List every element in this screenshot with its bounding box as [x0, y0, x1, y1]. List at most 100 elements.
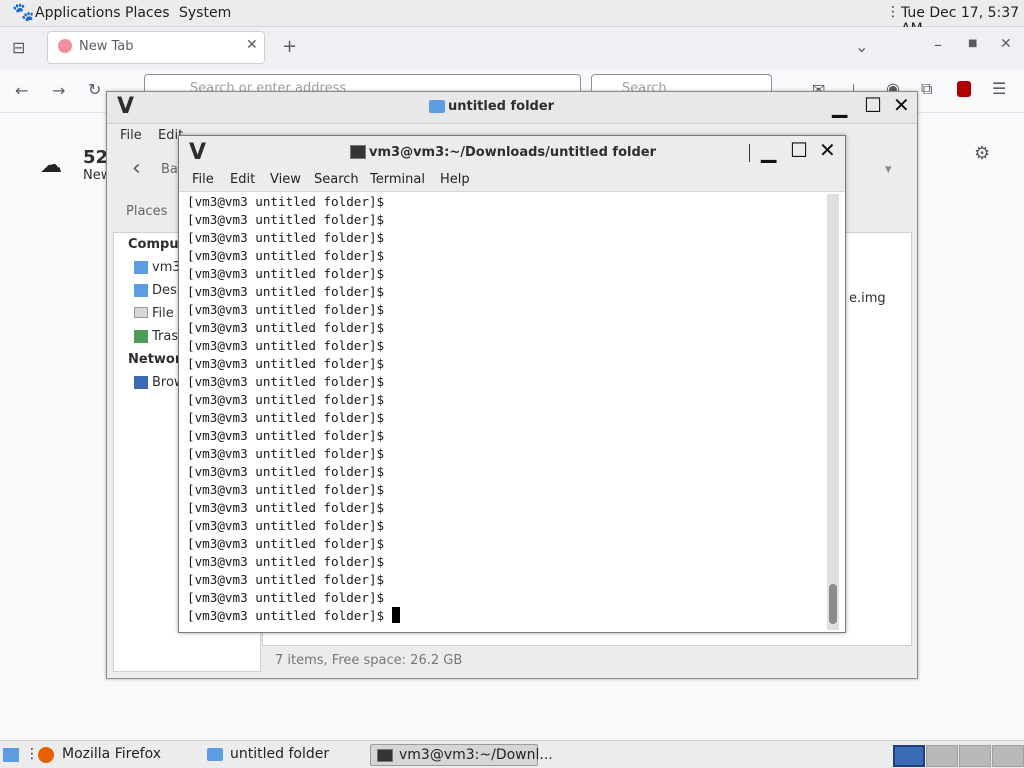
terminal-line: [vm3@vm3 untitled folder]$ — [187, 428, 385, 443]
workspace-3[interactable] — [959, 745, 991, 767]
trash-icon — [134, 330, 148, 343]
sidebar-item-vm3[interactable]: vm3 — [152, 260, 181, 275]
drive-icon — [134, 307, 148, 318]
workspace-1[interactable] — [893, 745, 925, 767]
terminal-line: [vm3@vm3 untitled folder]$ — [187, 607, 827, 625]
terminal-line: [vm3@vm3 untitled folder]$ — [187, 302, 385, 317]
fm-menu-file[interactable]: File — [120, 128, 142, 143]
close-tab-icon[interactable]: ✕ — [246, 37, 258, 53]
terminal-output[interactable]: [vm3@vm3 untitled folder]$ [vm3@vm3 untit… — [187, 193, 827, 631]
applications-menu[interactable]: Applications — [35, 5, 121, 21]
terminal-line: [vm3@vm3 untitled folder]$ — [187, 410, 385, 425]
terminal-window: V vm3@vm3:~/Downloads/untitled folder ▁ … — [178, 135, 846, 633]
folder-icon — [429, 100, 445, 113]
term-menu-file[interactable]: File — [192, 172, 214, 187]
terminal-line: [vm3@vm3 untitled folder]$ — [187, 482, 385, 497]
gear-icon[interactable]: ⚙ — [974, 143, 990, 164]
scrollbar-thumb[interactable] — [829, 584, 837, 624]
file-manager-titlebar[interactable]: V untitled folder ▁ ☐ ✕ — [107, 92, 917, 124]
task-label: Mozilla Firefox — [62, 746, 162, 762]
home-icon — [134, 261, 148, 274]
top-panel: 🐾 Applications Places System ⋮ Tue Dec 1… — [0, 0, 1024, 37]
menu-icon[interactable]: ☰ — [992, 79, 1006, 98]
term-menu-edit[interactable]: Edit — [230, 172, 255, 187]
maximize-icon[interactable]: ☐ — [790, 138, 808, 162]
firefox-icon — [38, 747, 54, 763]
bottom-panel: ⋮ Mozilla Firefox untitled folder vm3@vm… — [0, 740, 1024, 768]
task-terminal[interactable]: vm3@vm3:~/Downl... — [370, 744, 553, 766]
task-file-manager[interactable]: untitled folder — [202, 744, 335, 766]
window-title: untitled folder — [448, 99, 555, 114]
maximize-icon[interactable]: ■ — [968, 38, 977, 49]
workspace-4[interactable] — [992, 745, 1024, 767]
weather-icon: ☁ — [40, 153, 62, 178]
back-icon[interactable]: ← — [15, 81, 28, 100]
close-icon[interactable]: ✕ — [1000, 36, 1012, 52]
task-label: untitled folder — [230, 746, 330, 762]
forward-icon[interactable]: → — [52, 81, 65, 100]
terminal-line: [vm3@vm3 untitled folder]$ — [187, 212, 385, 227]
term-menu-help[interactable]: Help — [440, 172, 470, 187]
terminal-line: [vm3@vm3 untitled folder]$ — [187, 392, 385, 407]
ublock-icon[interactable] — [957, 81, 971, 97]
terminal-line: [vm3@vm3 untitled folder]$ — [187, 536, 385, 551]
terminal-line: [vm3@vm3 untitled folder]$ — [187, 554, 385, 569]
title-divider — [749, 144, 750, 162]
terminal-line: [vm3@vm3 untitled folder]$ — [187, 284, 385, 299]
minimize-icon[interactable]: ▁ — [761, 139, 776, 163]
fm-back-icon[interactable]: ‹ — [132, 156, 141, 181]
close-icon[interactable]: ✕ — [893, 93, 910, 117]
terminal-line: [vm3@vm3 untitled folder]$ — [187, 500, 385, 515]
tab-new-tab[interactable]: New Tab ✕ — [47, 31, 265, 64]
status-bar: 7 items, Free space: 26.2 GB — [275, 653, 463, 668]
chevron-down-icon[interactable]: ▾ — [885, 162, 892, 177]
extensions-icon[interactable]: ⧉ — [921, 79, 932, 99]
places-menu[interactable]: Places — [125, 5, 170, 21]
terminal-line: [vm3@vm3 untitled folder]$ — [187, 230, 385, 245]
terminal-scrollbar[interactable] — [827, 194, 839, 630]
show-desktop-icon[interactable] — [3, 748, 19, 762]
chevron-down-icon[interactable]: ⌄ — [855, 37, 868, 56]
tab-bar: ⊟ New Tab ✕ + ⌄ – ■ ✕ — [0, 27, 1024, 69]
task-firefox[interactable]: Mozilla Firefox — [34, 744, 167, 766]
terminal-line: [vm3@vm3 untitled folder]$ — [187, 266, 385, 281]
sidebar-header[interactable]: Places — [126, 204, 167, 219]
terminal-line: [vm3@vm3 untitled folder]$ — [187, 464, 385, 479]
minimize-icon[interactable]: – — [934, 35, 942, 54]
term-menu-terminal[interactable]: Terminal — [370, 172, 425, 187]
terminal-line: [vm3@vm3 untitled folder]$ — [187, 590, 385, 605]
term-menu-search[interactable]: Search — [314, 172, 359, 187]
workspace-2[interactable] — [926, 745, 958, 767]
term-menu-view[interactable]: View — [270, 172, 301, 187]
file-item-label[interactable]: e.img — [849, 291, 886, 306]
close-icon[interactable]: ✕ — [819, 138, 836, 162]
terminal-menubar: File Edit View Search Terminal Help — [179, 170, 845, 192]
tab-title: New Tab — [79, 39, 134, 54]
terminal-line: [vm3@vm3 untitled folder]$ — [187, 248, 385, 263]
new-tab-icon[interactable]: + — [282, 36, 297, 57]
system-menu[interactable]: System — [179, 5, 231, 21]
maximize-icon[interactable]: ☐ — [864, 93, 882, 117]
terminal-line: [vm3@vm3 untitled folder]$ — [187, 320, 385, 335]
terminal-line: [vm3@vm3 untitled folder]$ — [187, 194, 385, 209]
terminal-titlebar[interactable]: V vm3@vm3:~/Downloads/untitled folder ▁ … — [179, 136, 845, 170]
gnome-foot-icon[interactable]: 🐾 — [12, 2, 34, 23]
reload-icon[interactable]: ↻ — [88, 80, 101, 99]
minimize-icon[interactable]: ▁ — [832, 94, 847, 118]
app-logo-icon: V — [117, 94, 135, 119]
tab-list-icon[interactable]: ⊟ — [12, 38, 25, 57]
terminal-line: [vm3@vm3 untitled folder]$ — [187, 374, 385, 389]
terminal-icon — [377, 749, 393, 762]
terminal-cursor — [392, 607, 401, 623]
folder-icon — [207, 748, 223, 761]
firefox-tab-icon — [58, 39, 72, 53]
network-icon — [134, 376, 148, 389]
terminal-line: [vm3@vm3 untitled folder]$ — [187, 518, 385, 533]
task-label: vm3@vm3:~/Downl... — [399, 747, 553, 763]
terminal-icon — [350, 145, 366, 159]
terminal-line: [vm3@vm3 untitled folder]$ — [187, 356, 385, 371]
window-title: vm3@vm3:~/Downloads/untitled folder — [369, 145, 656, 160]
terminal-line: [vm3@vm3 untitled folder]$ — [187, 446, 385, 461]
terminal-line: [vm3@vm3 untitled folder]$ — [187, 338, 385, 353]
panel-handle-icon: ⋮ — [886, 4, 900, 20]
